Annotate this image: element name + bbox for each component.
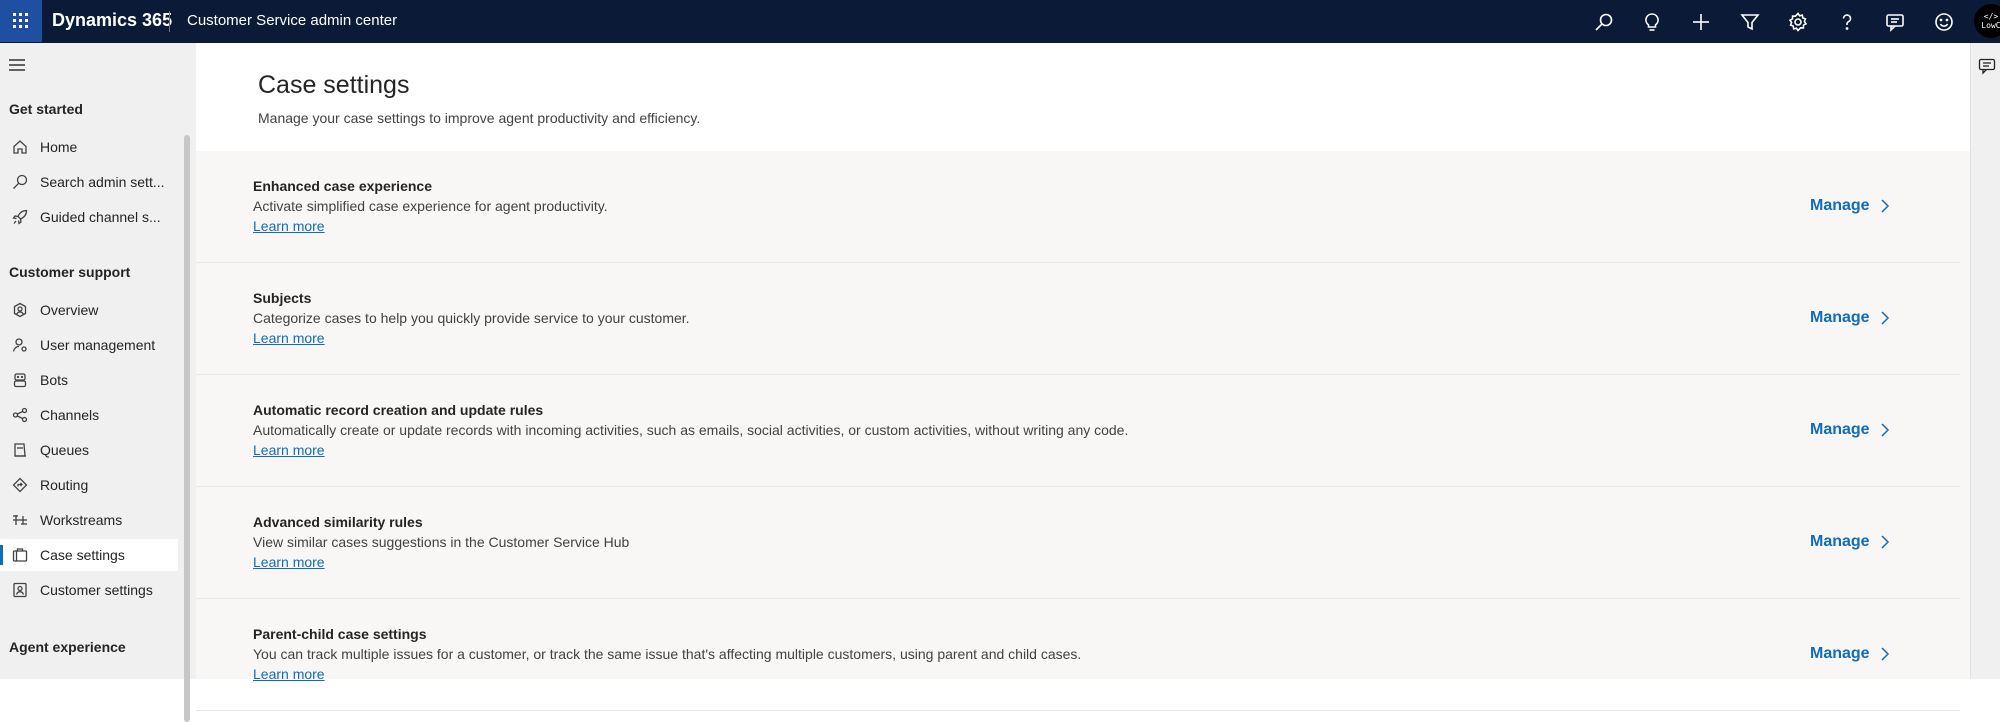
page-header: Case settings Manage your case settings … — [196, 43, 1970, 151]
card-title: Parent-child case settings — [253, 626, 427, 642]
page-subtitle: Manage your case settings to improve age… — [258, 110, 701, 126]
sidebar-item-label: Overview — [40, 302, 99, 318]
manage-button[interactable]: Manage — [1810, 645, 1890, 663]
lightbulb-icon[interactable] — [1640, 10, 1664, 34]
right-side-pane — [1970, 43, 2000, 679]
manage-label: Manage — [1810, 197, 1870, 214]
section-agent-experience: Agent experience — [9, 639, 126, 655]
learn-more-link[interactable]: Learn more — [253, 554, 325, 570]
manage-label: Manage — [1810, 309, 1870, 326]
learn-more-link[interactable]: Learn more — [253, 666, 325, 682]
sidebar-item-routing[interactable]: Routing — [0, 469, 178, 501]
sidebar-item-label: Channels — [40, 407, 100, 423]
app-name[interactable]: Customer Service admin center — [187, 12, 397, 29]
card-title: Subjects — [253, 290, 312, 306]
sidebar-item-customer-settings[interactable]: Customer settings — [0, 574, 178, 606]
queue-icon — [0, 442, 40, 458]
sidebar-item-label: Case settings — [40, 547, 125, 563]
sidebar-item-label: Workstreams — [40, 512, 123, 528]
settings-card-automatic-record-creation: Automatic record creation and update rul… — [196, 375, 1960, 487]
sidebar-item-case-settings[interactable]: Case settings — [0, 539, 178, 571]
overview-icon — [0, 302, 40, 318]
bot-icon — [0, 372, 40, 388]
settings-card-parent-child-case: Parent-child case settings You can track… — [196, 599, 1960, 711]
sidebar-item-label: User management — [40, 337, 156, 353]
settings-card-advanced-similarity-rules: Advanced similarity rules View similar c… — [196, 487, 1960, 599]
sidebar-item-label: Guided channel s... — [40, 209, 161, 225]
customer-icon — [0, 582, 40, 598]
learn-more-link[interactable]: Learn more — [253, 330, 325, 346]
routing-icon — [0, 477, 40, 493]
chevron-right-icon — [1881, 647, 1889, 661]
chat-pane-icon[interactable] — [1978, 57, 1996, 80]
search-icon — [0, 174, 40, 190]
brand-name[interactable]: Dynamics 365 — [52, 10, 172, 31]
card-description: Automatically create or update records w… — [253, 422, 1129, 438]
manage-button[interactable]: Manage — [1810, 421, 1890, 439]
settings-card-list: Enhanced case experience Activate simpli… — [196, 151, 1970, 711]
card-title: Automatic record creation and update rul… — [253, 402, 544, 418]
card-title: Enhanced case experience — [253, 178, 432, 194]
section-customer-support: Customer support — [9, 264, 131, 280]
feedback-chat-icon[interactable] — [1883, 10, 1907, 34]
sidebar-item-overview[interactable]: Overview — [0, 294, 178, 326]
sidebar-item-label: Routing — [40, 477, 89, 493]
sidebar-item-queues[interactable]: Queues — [0, 434, 178, 466]
sidebar: Get started Home Search admin sett... Gu… — [0, 43, 196, 722]
top-bar: Dynamics 365 Customer Service admin cent… — [0, 0, 2000, 43]
manage-button[interactable]: Manage — [1810, 533, 1890, 551]
workstreams-icon — [0, 512, 40, 528]
channels-icon — [0, 407, 40, 423]
case-icon — [0, 547, 40, 563]
avatar[interactable]: </> LowC — [1974, 4, 2000, 38]
sidebar-item-user-management[interactable]: User management — [0, 329, 178, 361]
chevron-right-icon — [1881, 199, 1889, 213]
sidebar-item-bots[interactable]: Bots — [0, 364, 178, 396]
manage-button[interactable]: Manage — [1810, 309, 1890, 327]
learn-more-link[interactable]: Learn more — [253, 442, 325, 458]
hamburger-menu-icon[interactable] — [9, 57, 25, 78]
settings-card-enhanced-case-experience: Enhanced case experience Activate simpli… — [196, 151, 1960, 263]
page-title: Case settings — [258, 71, 410, 99]
sidebar-item-home[interactable]: Home — [0, 131, 178, 163]
settings-card-subjects: Subjects Categorize cases to help you qu… — [196, 263, 1960, 375]
sidebar-item-label: Home — [40, 139, 78, 155]
chevron-right-icon — [1881, 311, 1889, 325]
manage-label: Manage — [1810, 533, 1870, 550]
card-description: You can track multiple issues for a cust… — [253, 646, 1082, 662]
manage-label: Manage — [1810, 645, 1870, 662]
sidebar-item-workstreams[interactable]: Workstreams — [0, 504, 178, 536]
rocket-icon — [0, 209, 40, 225]
main-content: Case settings Manage your case settings … — [196, 43, 1970, 711]
add-icon[interactable] — [1689, 10, 1713, 34]
home-icon — [0, 139, 40, 155]
card-description: View similar cases suggestions in the Cu… — [253, 534, 630, 550]
sidebar-item-guided-channel-setup[interactable]: Guided channel s... — [0, 201, 178, 233]
settings-gear-icon[interactable] — [1786, 10, 1810, 34]
sidebar-scrollbar[interactable] — [184, 135, 190, 722]
card-description: Activate simplified case experience for … — [253, 198, 608, 214]
manage-label: Manage — [1810, 421, 1870, 438]
filter-icon[interactable] — [1738, 10, 1762, 34]
title-divider — [169, 11, 170, 32]
card-description: Categorize cases to help you quickly pro… — [253, 310, 690, 326]
sidebar-item-channels[interactable]: Channels — [0, 399, 178, 431]
chevron-right-icon — [1881, 423, 1889, 437]
user-management-icon — [0, 337, 40, 353]
search-icon[interactable] — [1592, 10, 1616, 34]
learn-more-link[interactable]: Learn more — [253, 218, 325, 234]
help-icon[interactable] — [1835, 10, 1859, 34]
section-get-started: Get started — [9, 101, 83, 117]
app-launcher-icon[interactable] — [0, 0, 42, 42]
card-title: Advanced similarity rules — [253, 514, 423, 530]
sidebar-item-search-admin-settings[interactable]: Search admin sett... — [0, 166, 178, 198]
chevron-right-icon — [1881, 535, 1889, 549]
sidebar-item-label: Queues — [40, 442, 90, 458]
smiley-feedback-icon[interactable] — [1932, 10, 1956, 34]
manage-button[interactable]: Manage — [1810, 197, 1890, 215]
sidebar-item-label: Customer settings — [40, 582, 153, 598]
sidebar-item-label: Bots — [40, 372, 69, 388]
sidebar-item-label: Search admin sett... — [40, 174, 165, 190]
